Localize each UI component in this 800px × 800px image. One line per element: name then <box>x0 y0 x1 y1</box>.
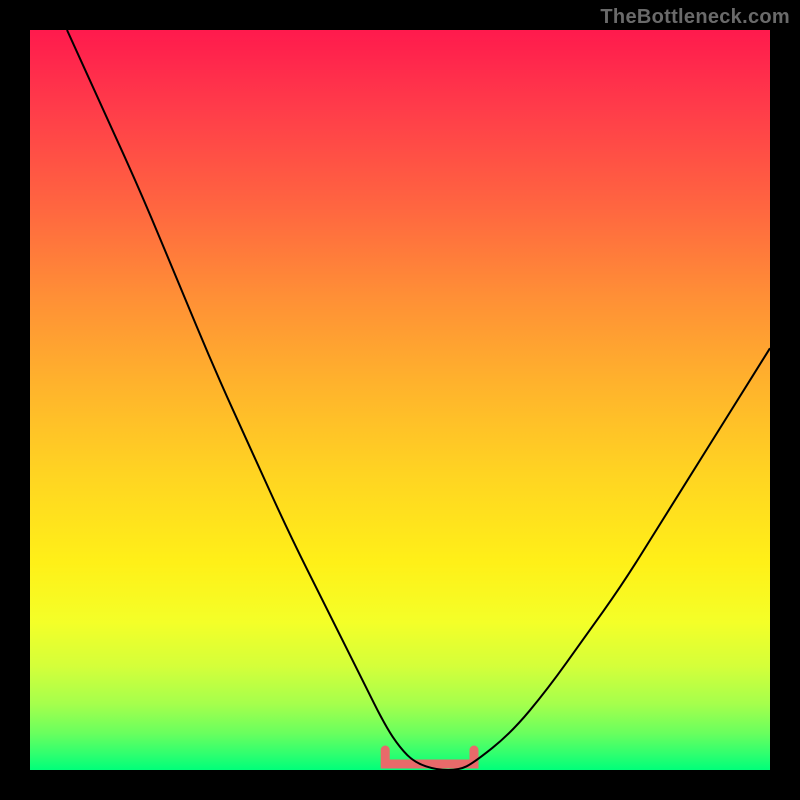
bottleneck-curve <box>67 30 770 770</box>
watermark-text: TheBottleneck.com <box>600 6 790 29</box>
chart-frame: TheBottleneck.com <box>0 0 800 800</box>
curve-layer <box>30 30 770 770</box>
minimum-marker <box>385 750 474 764</box>
plot-area <box>30 30 770 770</box>
